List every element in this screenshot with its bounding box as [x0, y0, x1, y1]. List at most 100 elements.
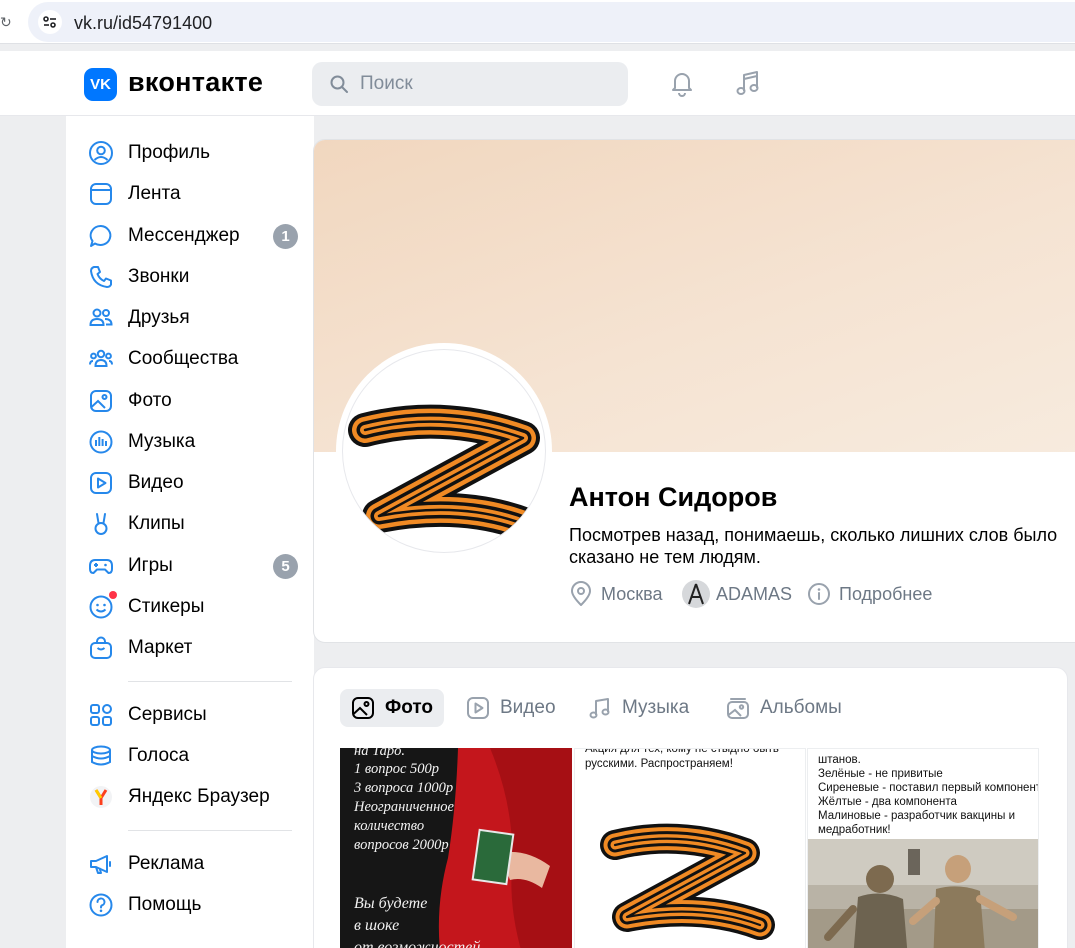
profile-status-line: Посмотрев назад, понимаешь, сколько лишн… [569, 525, 1058, 545]
thumb-text-line: Жёлтые - два компонента [818, 796, 957, 808]
thumb-text-line: Зелёные - не привитые [818, 768, 943, 780]
thumb-text-line: медработник! [818, 824, 891, 836]
feed-icon [90, 183, 112, 205]
sidebar-item-calls[interactable]: Звонки [86, 259, 300, 295]
vk-header: VK вконтакте [0, 51, 1075, 116]
tab-label: Музыка [622, 697, 690, 718]
search-box[interactable] [312, 62, 628, 106]
tab-label: Видео [500, 697, 556, 718]
sidebar-item-label: Стикеры [128, 596, 205, 617]
sidebar-item-friends[interactable]: Друзья [86, 300, 300, 336]
sidebar-item-label: Яндекс Браузер [128, 786, 270, 807]
browser-address-bar: ↻ vk.ru/id54791400 [0, 0, 1075, 44]
photo-thumbnail[interactable]: Акция для тех, кому не стыдно быть русск… [574, 748, 806, 948]
photo-thumbnail[interactable]: на Таро. 1 вопрос 500р 3 вопроса 1000р Н… [340, 748, 572, 948]
profile-workplace[interactable]: ADAMAS [682, 580, 792, 608]
thumb-text-line: штанов. [818, 754, 861, 766]
vk-logo-icon[interactable]: VK [84, 68, 117, 101]
video-icon [90, 472, 112, 494]
sidebar-item-messenger[interactable]: Мессенджер 1 [86, 218, 300, 254]
phone-icon [90, 266, 112, 288]
search-icon [330, 75, 348, 93]
sidebar-item-label: Мессенджер [128, 225, 240, 246]
new-stickers-dot [109, 591, 117, 599]
url-text[interactable]: vk.ru/id54791400 [74, 13, 212, 34]
vk-logo-text[interactable]: вконтакте [128, 67, 263, 98]
sidebar-divider [128, 681, 292, 682]
sidebar-item-music[interactable]: Музыка [86, 424, 300, 460]
sidebar-item-photo[interactable]: Фото [86, 383, 300, 419]
sidebar-item-games[interactable]: Игры 5 [86, 548, 300, 584]
sidebar-item-market[interactable]: Маркет [86, 630, 300, 666]
sidebar-item-profile[interactable]: Профиль [86, 135, 300, 171]
url-field[interactable]: vk.ru/id54791400 [28, 2, 1075, 42]
thumb-text-line: Неограниченное [354, 799, 454, 815]
sidebar-item-label: Друзья [128, 307, 190, 328]
sidebar-item-stickers[interactable]: Стикеры [86, 589, 300, 625]
sidebar-item-yandex-browser[interactable]: Яндекс Браузер [86, 779, 300, 815]
albums-tab-icon [727, 698, 749, 719]
thumb-text-line: вопросов 2000р [354, 837, 449, 853]
tab-music[interactable]: Музыка [588, 689, 689, 727]
photo-icon [90, 390, 112, 412]
avatar[interactable] [342, 349, 546, 553]
games-icon [89, 559, 113, 574]
profile-city[interactable]: Москва [569, 580, 662, 608]
sidebar-item-communities[interactable]: Сообщества [86, 341, 300, 377]
thumb-text-line: Малиновые - разработчик вакцины и [818, 810, 1015, 822]
thumb-text-line: от возможностей [354, 939, 481, 948]
tab-label: Фото [385, 697, 434, 718]
reload-icon[interactable]: ↻ [0, 14, 12, 30]
sidebar-item-services[interactable]: Сервисы [86, 697, 300, 733]
thumb-text-line: 1 вопрос 500р [354, 761, 440, 777]
z-ribbon-image [600, 823, 775, 940]
workplace-avatar [682, 580, 710, 608]
market-icon [90, 636, 112, 659]
clips-icon [94, 513, 108, 535]
sidebar-item-label: Фото [128, 390, 172, 411]
sidebar-item-video[interactable]: Видео [86, 465, 300, 501]
z-ribbon-image [348, 404, 545, 543]
communities-icon [89, 349, 113, 367]
sidebar-item-label: Маркет [128, 637, 193, 658]
sidebar-item-label: Звонки [128, 266, 190, 287]
unread-badge: 1 [273, 224, 298, 249]
profile-city-label[interactable]: Москва [601, 584, 662, 605]
sidebar-item-feed[interactable]: Лента [86, 176, 300, 212]
megaphone-icon [90, 855, 111, 874]
video-tab-icon [467, 697, 489, 719]
services-icon [90, 704, 112, 726]
sidebar-item-label: Сообщества [128, 348, 239, 369]
profile-more-info[interactable]: Подробнее [807, 580, 932, 608]
sidebar-item-label: Помощь [128, 894, 202, 915]
movie-still-image [808, 839, 1038, 948]
profile-more-label[interactable]: Подробнее [839, 584, 932, 605]
bell-icon[interactable] [667, 68, 697, 98]
tab-albums[interactable]: Альбомы [726, 689, 842, 727]
profile-workplace-label[interactable]: ADAMAS [716, 584, 792, 605]
sidebar-item-label: Игры [128, 555, 173, 576]
photo-thumbnail[interactable]: штанов. Зелёные - не привитые Сиреневые … [807, 748, 1039, 948]
sidebar-item-label: Профиль [128, 142, 211, 163]
left-sidebar: Профиль Лента Мессенджер 1 Звонки Друзья… [66, 116, 314, 948]
tab-video[interactable]: Видео [466, 689, 556, 727]
sidebar-item-votes[interactable]: Голоса [86, 738, 300, 774]
sidebar-divider [128, 830, 292, 831]
avatar-frame [336, 343, 552, 559]
site-settings-icon[interactable] [38, 10, 62, 34]
music-note-icon[interactable] [733, 68, 763, 98]
sidebar-item-label: Музыка [128, 431, 196, 452]
thumb-text-line: 3 вопроса 1000р [354, 780, 454, 796]
sidebar-item-label: Сервисы [128, 704, 207, 725]
sidebar-item-clips[interactable]: Клипы [86, 506, 300, 542]
search-input[interactable] [360, 70, 610, 98]
tab-photo[interactable]: Фото [340, 689, 445, 727]
profile-status-line: сказано не тем людям. [569, 547, 761, 567]
sidebar-item-ads[interactable]: Реклама [86, 846, 300, 882]
sidebar-item-label: Клипы [128, 513, 185, 534]
thumb-text-line: количество [354, 818, 425, 834]
sidebar-item-label: Видео [128, 472, 184, 493]
profile-status: Посмотрев назад, понимаешь, сколько лишн… [569, 524, 1075, 568]
sidebar-item-help[interactable]: Помощь [86, 887, 300, 923]
profile-icon [89, 141, 113, 165]
